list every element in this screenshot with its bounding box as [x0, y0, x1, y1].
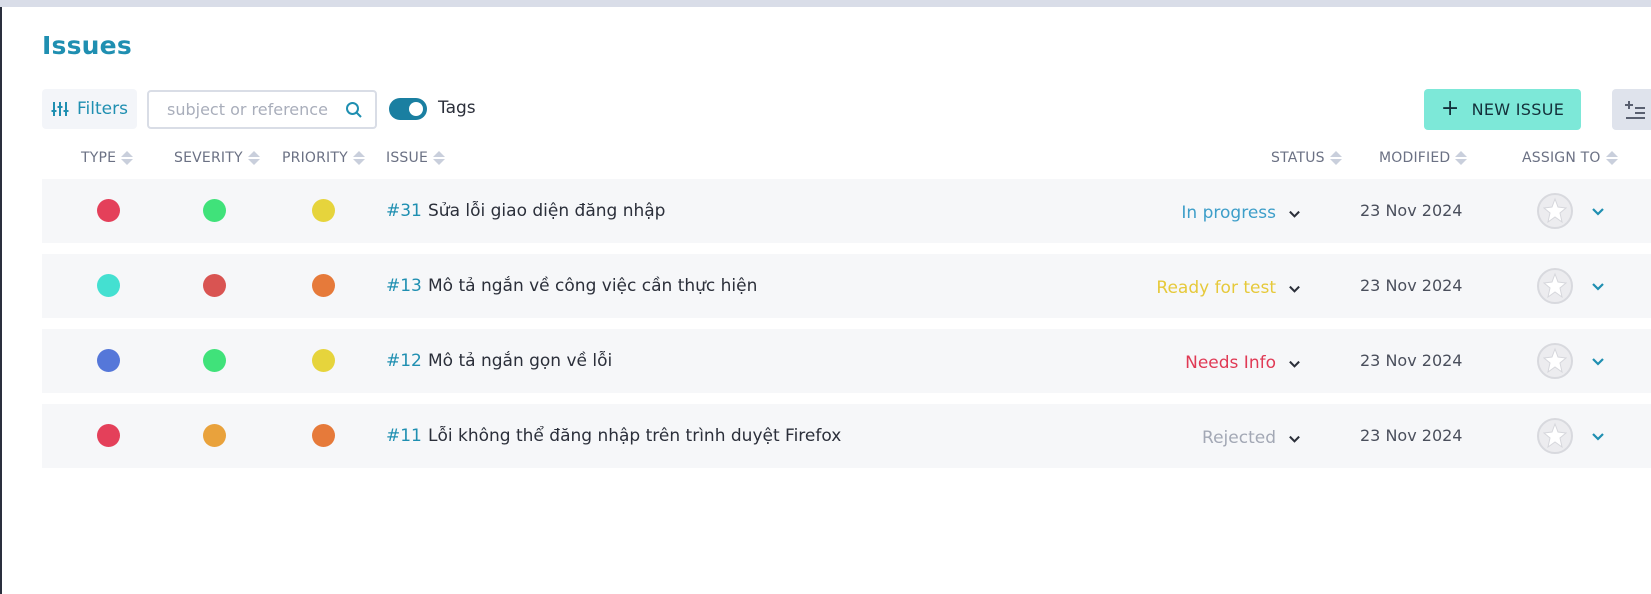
- priority-indicator[interactable]: [312, 274, 335, 297]
- sort-icon: [433, 151, 445, 165]
- sort-icon: [1455, 151, 1468, 165]
- tags-label: Tags: [438, 98, 476, 118]
- search-box[interactable]: [147, 90, 377, 129]
- column-header-status[interactable]: STATUS: [1271, 150, 1342, 166]
- type-indicator[interactable]: [97, 199, 120, 222]
- chevron-down-icon: [1289, 210, 1300, 218]
- search-input[interactable]: [167, 100, 337, 119]
- column-header-label: TYPE: [81, 150, 117, 166]
- severity-indicator[interactable]: [203, 274, 226, 297]
- new-issue-button[interactable]: + NEW ISSUE: [1424, 89, 1581, 130]
- status-label: In progress: [1181, 203, 1276, 223]
- chevron-down-icon[interactable]: [1591, 354, 1605, 368]
- avatar[interactable]: [1537, 193, 1573, 229]
- filters-button[interactable]: Filters: [42, 89, 137, 129]
- issue-ref[interactable]: #12: [386, 351, 422, 371]
- issue-ref[interactable]: #13: [386, 276, 422, 296]
- column-header-label: SEVERITY: [174, 150, 243, 166]
- chevron-down-icon[interactable]: [1591, 279, 1605, 293]
- avatar-placeholder-icon: [1542, 347, 1568, 374]
- new-issue-label: NEW ISSUE: [1471, 100, 1565, 119]
- sort-icon: [352, 151, 365, 165]
- sort-icon: [1605, 151, 1618, 165]
- column-header-label: ASSIGN TO: [1522, 150, 1601, 166]
- top-strip: [0, 0, 1651, 7]
- type-indicator[interactable]: [97, 349, 120, 372]
- issue-subject[interactable]: Mô tả ngắn về công việc cần thực hiện: [428, 276, 757, 296]
- page-title: Issues: [42, 31, 132, 60]
- severity-indicator[interactable]: [203, 199, 226, 222]
- tags-toggle[interactable]: [389, 98, 427, 120]
- issue-subject[interactable]: Sửa lỗi giao diện đăng nhập: [428, 201, 665, 221]
- avatar-placeholder-icon: [1542, 272, 1568, 299]
- status-dropdown[interactable]: Rejected: [1202, 428, 1301, 448]
- chevron-down-icon[interactable]: [1591, 204, 1605, 218]
- modified-date: 23 Nov 2024: [1360, 276, 1463, 295]
- avatar-placeholder-icon: [1542, 422, 1568, 449]
- severity-indicator[interactable]: [203, 349, 226, 372]
- modified-date: 23 Nov 2024: [1360, 426, 1463, 445]
- status-label: Needs Info: [1185, 353, 1276, 373]
- columns-icon: [1625, 100, 1645, 119]
- severity-indicator[interactable]: [203, 424, 226, 447]
- tags-toggle-knob: [409, 102, 423, 116]
- sort-icon: [1329, 151, 1342, 165]
- column-header-label: MODIFIED: [1379, 150, 1451, 166]
- sort-icon: [121, 151, 134, 165]
- avatar[interactable]: [1537, 418, 1573, 454]
- type-indicator[interactable]: [97, 424, 120, 447]
- left-edge: [0, 7, 2, 594]
- column-header-label: PRIORITY: [282, 150, 348, 166]
- status-dropdown[interactable]: Ready for test: [1156, 278, 1301, 298]
- issue-row[interactable]: #31 Sửa lỗi giao diện đăng nhập In progr…: [42, 179, 1651, 243]
- status-dropdown[interactable]: Needs Info: [1185, 353, 1301, 373]
- search-icon[interactable]: [345, 101, 363, 119]
- issue-subject[interactable]: Lỗi không thể đăng nhập trên trình duyệt…: [428, 426, 841, 446]
- priority-indicator[interactable]: [312, 199, 335, 222]
- priority-indicator[interactable]: [312, 349, 335, 372]
- avatar[interactable]: [1537, 268, 1573, 304]
- chevron-down-icon[interactable]: [1591, 429, 1605, 443]
- column-header-priority[interactable]: PRIORITY: [282, 150, 365, 166]
- modified-date: 23 Nov 2024: [1360, 201, 1463, 220]
- column-header-type[interactable]: TYPE: [81, 150, 134, 166]
- chevron-down-icon: [1289, 285, 1300, 293]
- filters-label: Filters: [77, 99, 128, 119]
- issue-ref[interactable]: #31: [386, 201, 422, 221]
- modified-date: 23 Nov 2024: [1360, 351, 1463, 370]
- type-indicator[interactable]: [97, 274, 120, 297]
- column-header-issue[interactable]: ISSUE: [386, 150, 445, 166]
- priority-indicator[interactable]: [312, 424, 335, 447]
- plus-icon: +: [1440, 95, 1460, 121]
- chevron-down-icon: [1289, 360, 1300, 368]
- issue-subject[interactable]: Mô tả ngắn gọn về lỗi: [428, 351, 612, 371]
- issue-ref[interactable]: #11: [386, 426, 422, 446]
- issue-row[interactable]: #12 Mô tả ngắn gọn về lỗi Needs Info 23 …: [42, 329, 1651, 393]
- column-header-severity[interactable]: SEVERITY: [174, 150, 260, 166]
- avatar[interactable]: [1537, 343, 1573, 379]
- column-header-label: ISSUE: [386, 150, 428, 166]
- status-label: Ready for test: [1156, 278, 1276, 298]
- status-dropdown[interactable]: In progress: [1181, 203, 1301, 223]
- column-header-modified[interactable]: MODIFIED: [1379, 150, 1468, 166]
- sort-icon: [247, 151, 260, 165]
- sliders-icon: [51, 102, 69, 116]
- issue-row[interactable]: #11 Lỗi không thể đăng nhập trên trình d…: [42, 404, 1651, 468]
- avatar-placeholder-icon: [1542, 197, 1568, 224]
- column-header-assign-to[interactable]: ASSIGN TO: [1522, 150, 1618, 166]
- status-label: Rejected: [1202, 428, 1276, 448]
- column-header-label: STATUS: [1271, 150, 1325, 166]
- chevron-down-icon: [1289, 435, 1300, 443]
- issue-row[interactable]: #13 Mô tả ngắn về công việc cần thực hiệ…: [42, 254, 1651, 318]
- columns-button[interactable]: [1612, 89, 1651, 130]
